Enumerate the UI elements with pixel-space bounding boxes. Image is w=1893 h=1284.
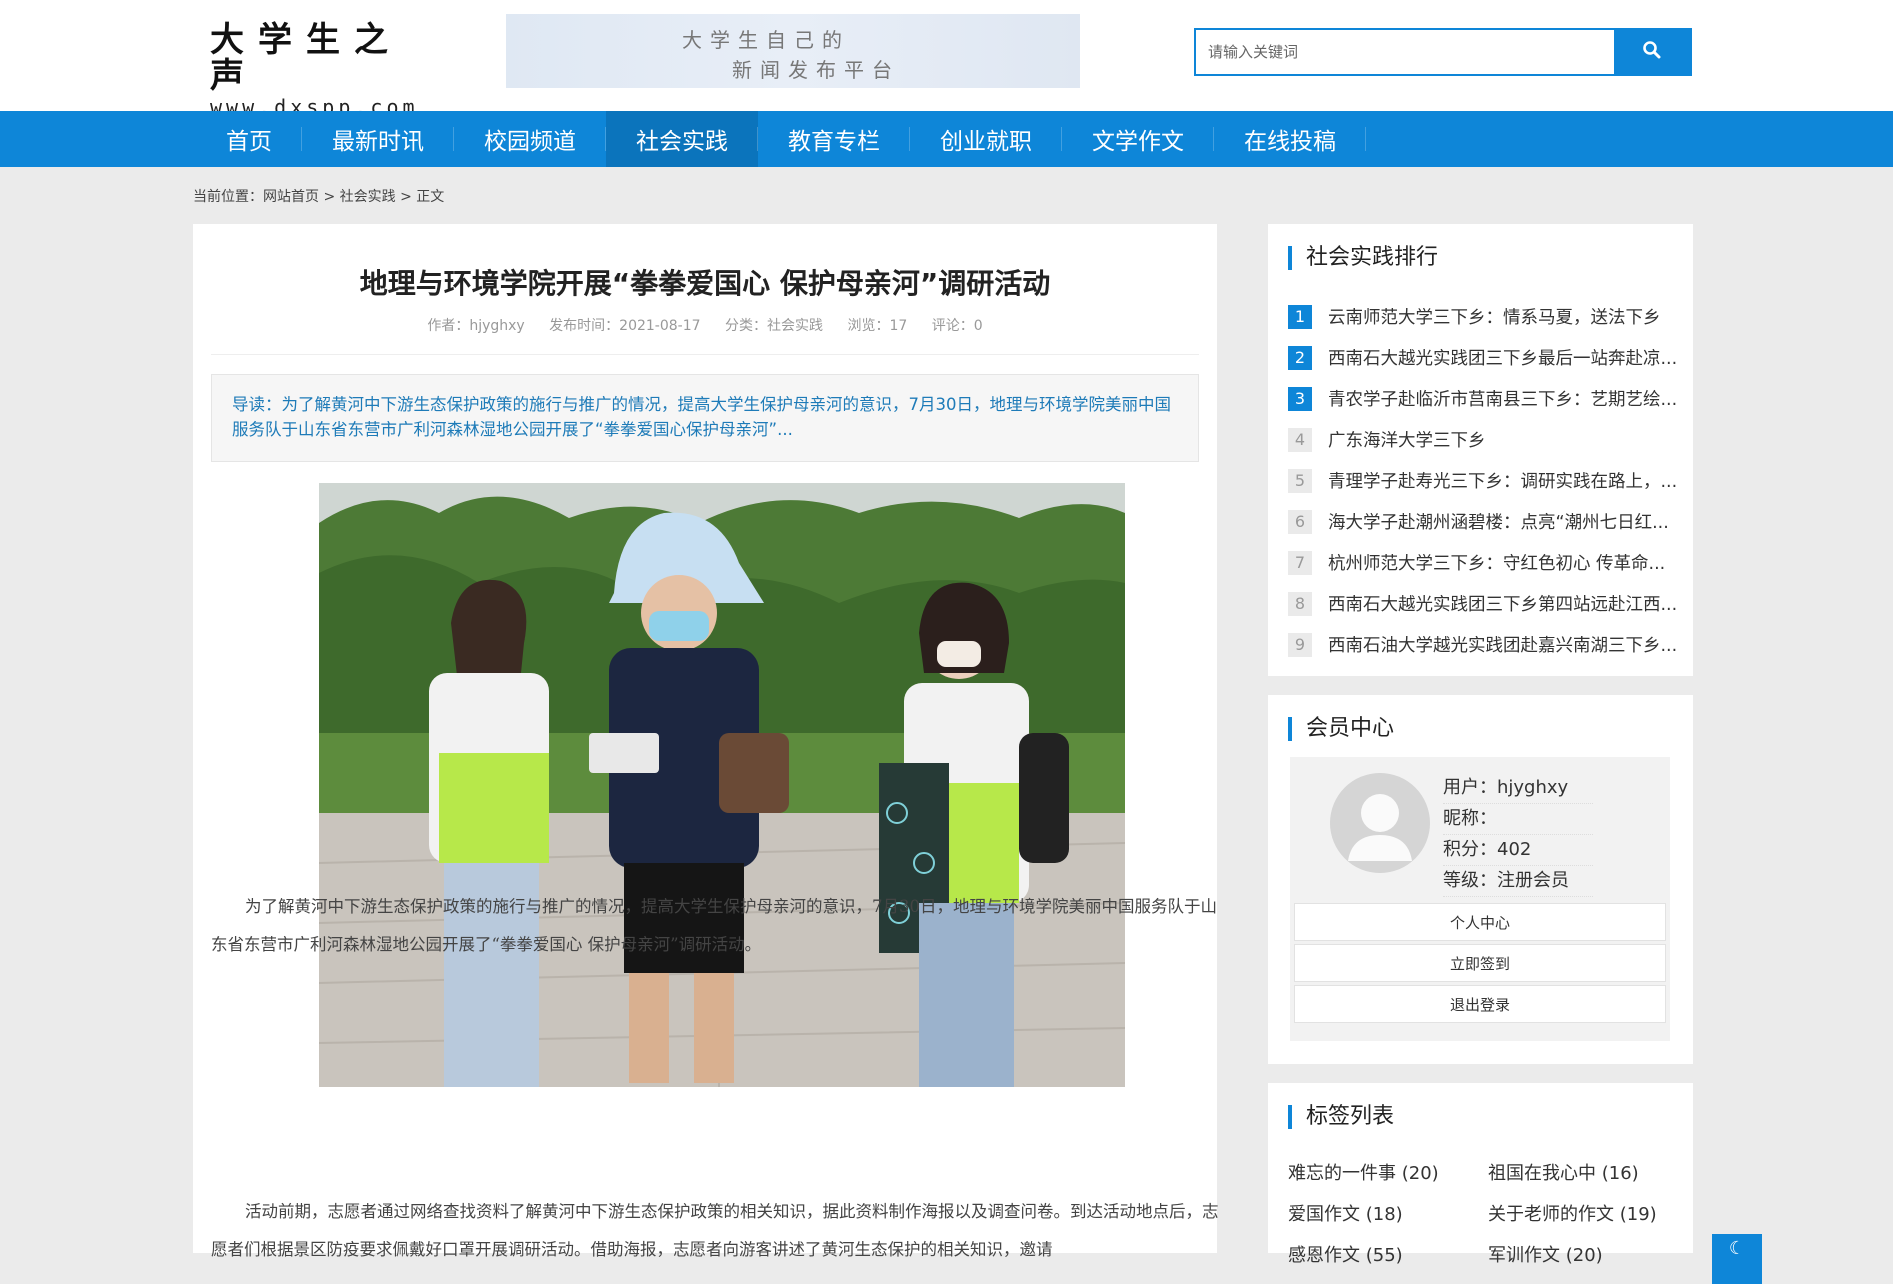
meta-comments: 评论：0 bbox=[931, 318, 983, 334]
rank-link[interactable]: 西南石油大学越光实践团赴嘉兴南湖三下乡... bbox=[1328, 632, 1678, 657]
nav-item-education[interactable]: 教育专栏 bbox=[758, 111, 910, 167]
nav-item-campus[interactable]: 校园频道 bbox=[454, 111, 606, 167]
meta-category[interactable]: 分类：社会实践 bbox=[725, 318, 823, 334]
meta-author: 作者：hjyghxy bbox=[427, 318, 525, 334]
rank-number: 7 bbox=[1288, 550, 1312, 575]
nav-item-home[interactable]: 首页 bbox=[196, 111, 302, 167]
tag-link[interactable]: 关于老师的作文 (19) bbox=[1488, 1194, 1688, 1235]
article-paragraph: 为了解黄河中下游生态保护政策的施行与推广的情况，提高大学生保护母亲河的意识，7月… bbox=[211, 897, 1217, 954]
tag-link[interactable]: 感恩作文 (55) bbox=[1288, 1235, 1488, 1276]
search-button[interactable] bbox=[1614, 30, 1690, 74]
rank-link[interactable]: 广东海洋大学三下乡 bbox=[1328, 427, 1678, 452]
main-nav: 首页 最新时讯 校园频道 社会实践 教育专栏 创业就职 文学作文 在线投稿 bbox=[0, 111, 1893, 167]
meta-date: 发布时间：2021-08-17 bbox=[549, 318, 701, 334]
checkin-button[interactable]: 立即签到 bbox=[1294, 944, 1666, 982]
list-item[interactable]: 8 西南石大越光实践团三下乡第四站远赴江西... bbox=[1288, 583, 1678, 624]
meta-views: 浏览：17 bbox=[847, 318, 908, 334]
breadcrumb-home[interactable]: 网站首页 bbox=[263, 189, 319, 205]
article-summary: 导读：为了解黄河中下游生态保护政策的施行与推广的情况，提高大学生保护母亲河的意识… bbox=[211, 374, 1199, 462]
nav-item-career[interactable]: 创业就职 bbox=[910, 111, 1062, 167]
rank-link[interactable]: 青理学子赴寿光三下乡：调研实践在路上，... bbox=[1328, 468, 1678, 493]
member-card: 用户：hjyghxy 昵称： 积分：402 等级：注册会员 个人中心 立即签到 … bbox=[1290, 757, 1670, 1041]
member-panel: 会员中心 用户：hjyghxy 昵称： 积分：402 等级：注册会员 个人中心 … bbox=[1268, 695, 1693, 1064]
tag-link[interactable]: 难忘的一件事 (20) bbox=[1288, 1153, 1488, 1194]
rank-number: 2 bbox=[1288, 345, 1312, 370]
user-points: 积分：402 bbox=[1443, 835, 1593, 866]
article-panel: 地理与环境学院开展“拳拳爱国心 保护母亲河”调研活动 作者：hjyghxy 发布… bbox=[193, 224, 1219, 1259]
rank-number: 6 bbox=[1288, 509, 1312, 534]
member-title: 会员中心 bbox=[1288, 717, 1394, 741]
breadcrumb-current: 正文 bbox=[416, 189, 445, 205]
article-paragraph: 活动前期，志愿者通过网络查找资料了解黄河中下游生态保护政策的相关知识，据此资料制… bbox=[211, 1202, 1219, 1259]
ranking-list: 1 云南师范大学三下乡：情系马夏，送法下乡 2 西南石大越光实践团三下乡最后一站奔赴… bbox=[1288, 296, 1678, 665]
breadcrumb-prefix: 当前位置： bbox=[193, 189, 263, 205]
breadcrumb-separator: > bbox=[400, 189, 412, 205]
rank-number: 9 bbox=[1288, 632, 1312, 657]
tags-panel: 标签列表 难忘的一件事 (20) 祖国在我心中 (16) 爱国作文 (18) 关… bbox=[1268, 1083, 1693, 1266]
list-item[interactable]: 5 青理学子赴寿光三下乡：调研实践在路上，... bbox=[1288, 460, 1678, 501]
breadcrumb-category[interactable]: 社会实践 bbox=[340, 189, 396, 205]
breadcrumb-separator: > bbox=[323, 189, 336, 205]
rank-link[interactable]: 西南石大越光实践团三下乡第四站远赴江西... bbox=[1328, 591, 1678, 616]
search-input[interactable] bbox=[1196, 30, 1606, 74]
rank-number: 8 bbox=[1288, 591, 1312, 616]
rank-number: 4 bbox=[1288, 427, 1312, 452]
user-info: 用户：hjyghxy 昵称： 积分：402 等级：注册会员 bbox=[1443, 773, 1593, 897]
search-box bbox=[1194, 28, 1692, 76]
header-banner: 大学生自己的 新闻发布平台 bbox=[506, 14, 1080, 88]
list-item[interactable]: 4 广东海洋大学三下乡 bbox=[1288, 419, 1678, 460]
user-level: 等级：注册会员 bbox=[1443, 866, 1593, 897]
list-item[interactable]: 2 西南石大越光实践团三下乡最后一站奔赴凉... bbox=[1288, 337, 1678, 378]
rank-link[interactable]: 青农学子赴临沂市莒南县三下乡：艺期艺绘... bbox=[1328, 386, 1678, 411]
rank-number: 3 bbox=[1288, 386, 1312, 411]
ranking-title: 社会实践排行 bbox=[1288, 246, 1438, 270]
tag-list: 难忘的一件事 (20) 祖国在我心中 (16) 爱国作文 (18) 关于老师的作… bbox=[1288, 1153, 1688, 1276]
article-photo bbox=[319, 483, 1125, 1087]
moon-icon[interactable]: ☾ bbox=[1712, 1234, 1762, 1284]
personal-center-button[interactable]: 个人中心 bbox=[1294, 903, 1666, 941]
article-title: 地理与环境学院开展“拳拳爱国心 保护母亲河”调研活动 bbox=[359, 267, 1051, 300]
rank-link[interactable]: 杭州师范大学三下乡：守红色初心 传革命... bbox=[1328, 550, 1678, 575]
tag-link[interactable]: 军训作文 (20) bbox=[1488, 1235, 1688, 1276]
user-name: 用户：hjyghxy bbox=[1443, 773, 1593, 804]
list-item[interactable]: 1 云南师范大学三下乡：情系马夏，送法下乡 bbox=[1288, 296, 1678, 337]
article-meta: 作者：hjyghxy 发布时间：2021-08-17 分类：社会实践 浏览：17… bbox=[193, 315, 1217, 335]
banner-line-2: 新闻发布平台 bbox=[732, 58, 900, 82]
logout-button[interactable]: 退出登录 bbox=[1294, 985, 1666, 1023]
rank-link[interactable]: 云南师范大学三下乡：情系马夏，送法下乡 bbox=[1328, 304, 1678, 329]
rank-number: 1 bbox=[1288, 304, 1312, 329]
site-logo[interactable]: 大学生之声 www.dxspp.com bbox=[210, 22, 440, 118]
nav-item-social-practice[interactable]: 社会实践 bbox=[606, 111, 758, 167]
nav-item-latest[interactable]: 最新时讯 bbox=[302, 111, 454, 167]
search-icon bbox=[1642, 40, 1662, 64]
list-item[interactable]: 6 海大学子赴潮州涵碧楼：点亮“潮州七日红... bbox=[1288, 501, 1678, 542]
avatar[interactable] bbox=[1330, 773, 1430, 873]
rank-number: 5 bbox=[1288, 468, 1312, 493]
tags-title: 标签列表 bbox=[1288, 1105, 1394, 1129]
site-header: 大学生之声 www.dxspp.com 大学生自己的 新闻发布平台 bbox=[0, 0, 1893, 118]
rank-link[interactable]: 海大学子赴潮州涵碧楼：点亮“潮州七日红... bbox=[1328, 509, 1678, 534]
list-item[interactable]: 3 青农学子赴临沂市莒南县三下乡：艺期艺绘... bbox=[1288, 378, 1678, 419]
logo-title: 大学生之声 bbox=[210, 20, 402, 96]
divider bbox=[211, 354, 1199, 355]
nav-item-literature[interactable]: 文学作文 bbox=[1062, 111, 1214, 167]
rank-link[interactable]: 西南石大越光实践团三下乡最后一站奔赴凉... bbox=[1328, 345, 1678, 370]
user-nickname: 昵称： bbox=[1443, 804, 1593, 835]
list-item[interactable]: 7 杭州师范大学三下乡：守红色初心 传革命... bbox=[1288, 542, 1678, 583]
breadcrumb: 当前位置：网站首页 > 社会实践 > 正文 bbox=[193, 186, 444, 206]
nav-item-submit[interactable]: 在线投稿 bbox=[1214, 111, 1366, 167]
tag-link[interactable]: 祖国在我心中 (16) bbox=[1488, 1153, 1688, 1194]
banner-line-1: 大学生自己的 bbox=[682, 28, 850, 52]
tag-link[interactable]: 爱国作文 (18) bbox=[1288, 1194, 1488, 1235]
list-item[interactable]: 9 西南石油大学越光实践团赴嘉兴南湖三下乡... bbox=[1288, 624, 1678, 665]
ranking-panel: 社会实践排行 1 云南师范大学三下乡：情系马夏，送法下乡 2 西南石大越光实践团三下… bbox=[1268, 224, 1693, 676]
